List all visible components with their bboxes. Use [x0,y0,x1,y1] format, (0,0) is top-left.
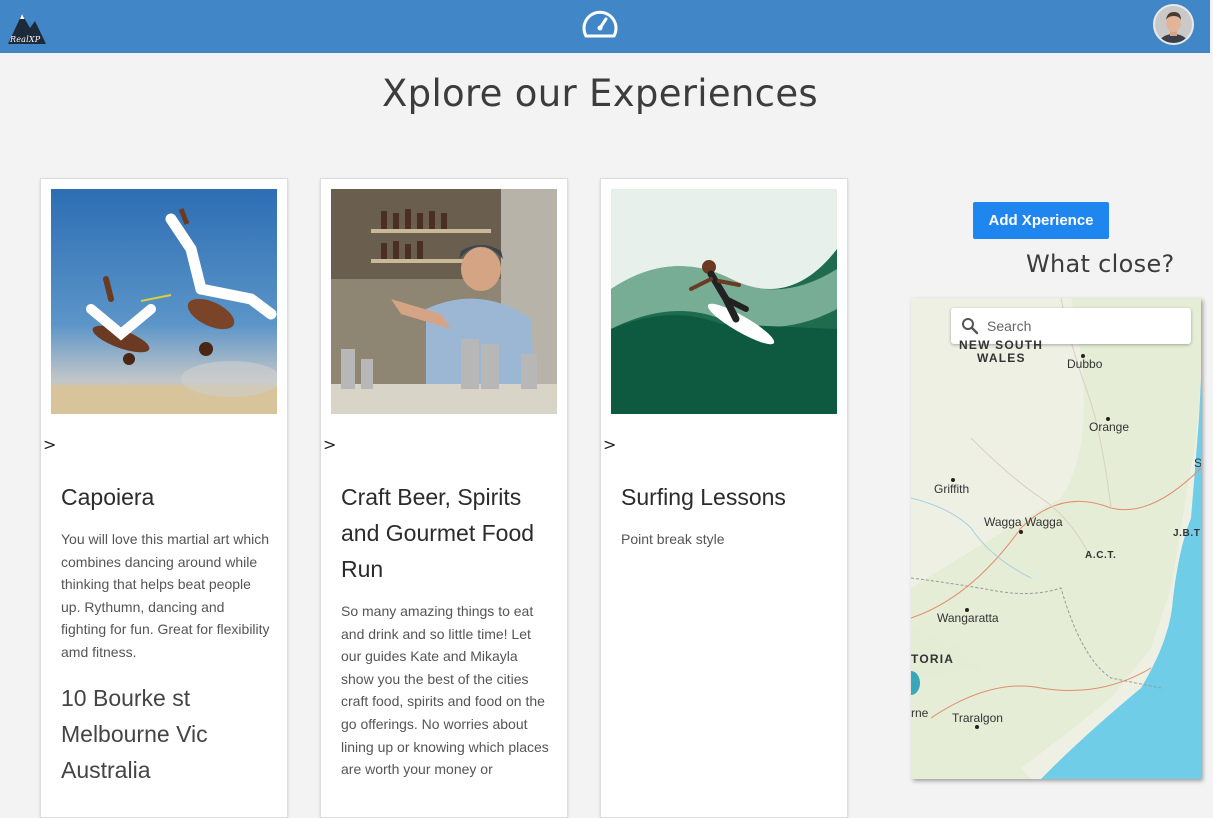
user-photo-icon [1155,6,1192,43]
nearby-heading: What close? [1026,250,1175,278]
map-dot-wagga [1019,530,1023,534]
speedometer-icon[interactable] [581,6,619,42]
map-tiles[interactable] [911,298,1201,779]
logo[interactable]: RealXP [6,8,48,46]
map-label-act: A.C.T. [1085,550,1117,561]
expand-arrow-icon[interactable]: > [323,435,336,454]
map-label-s: S [1194,456,1201,470]
expand-arrow-icon[interactable]: > [43,435,56,454]
top-navbar: RealXP [0,0,1210,53]
card-title[interactable]: Capoiera [61,479,273,515]
map-label-orange: Orange [1089,420,1130,434]
map-label-dubbo: Dubbo [1067,357,1103,371]
map-label-wales: WALES [977,351,1026,365]
add-xperience-button[interactable]: Add Xperience [973,202,1109,239]
map-label-victoria: TORIA [911,652,955,666]
map-dot-traralgon [975,725,979,729]
card-title[interactable]: Surfing Lessons [621,479,833,515]
craft-beer-image [331,189,557,414]
nearby-map[interactable]: NEW SOUTH WALES Dubbo Orange Griffith Wa… [911,298,1201,779]
search-icon [962,318,979,335]
user-avatar[interactable] [1153,4,1194,45]
capoeira-image [51,189,277,414]
map-label-jbt: J.B.T [1173,528,1201,539]
map-label-wagga: Wagga Wagga [984,515,1063,529]
card-description: So many amazing things to eat and drink … [341,603,549,778]
experience-card-capoiera[interactable]: > Capoiera You will love this martial ar… [40,178,288,818]
map-label-wangaratta: Wangaratta [937,611,999,625]
map-label-melbourne: rne [911,706,929,720]
experience-card-surfing[interactable]: > Surfing Lessons Point break style [600,178,848,818]
map-label-traralgon: Traralgon [952,711,1003,725]
experience-card-craft-beer[interactable]: > Craft Beer, Spirits and Gourmet Food R… [320,178,568,818]
card-description: Point break style [621,531,725,547]
card-address: 10 Bourke st Melbourne Vic Australia [61,685,208,783]
expand-arrow-icon[interactable]: > [603,435,616,454]
map-label-griffith: Griffith [934,482,970,496]
card-description: You will love this martial art which com… [61,531,270,660]
map-label-nsw: NEW SOUTH [959,338,1044,352]
surfing-image [611,189,837,414]
card-title[interactable]: Craft Beer, Spirits and Gourmet Food Run [341,479,553,587]
logo-text: RealXP [10,35,41,44]
page-title: Xplore our Experiences [382,72,818,115]
